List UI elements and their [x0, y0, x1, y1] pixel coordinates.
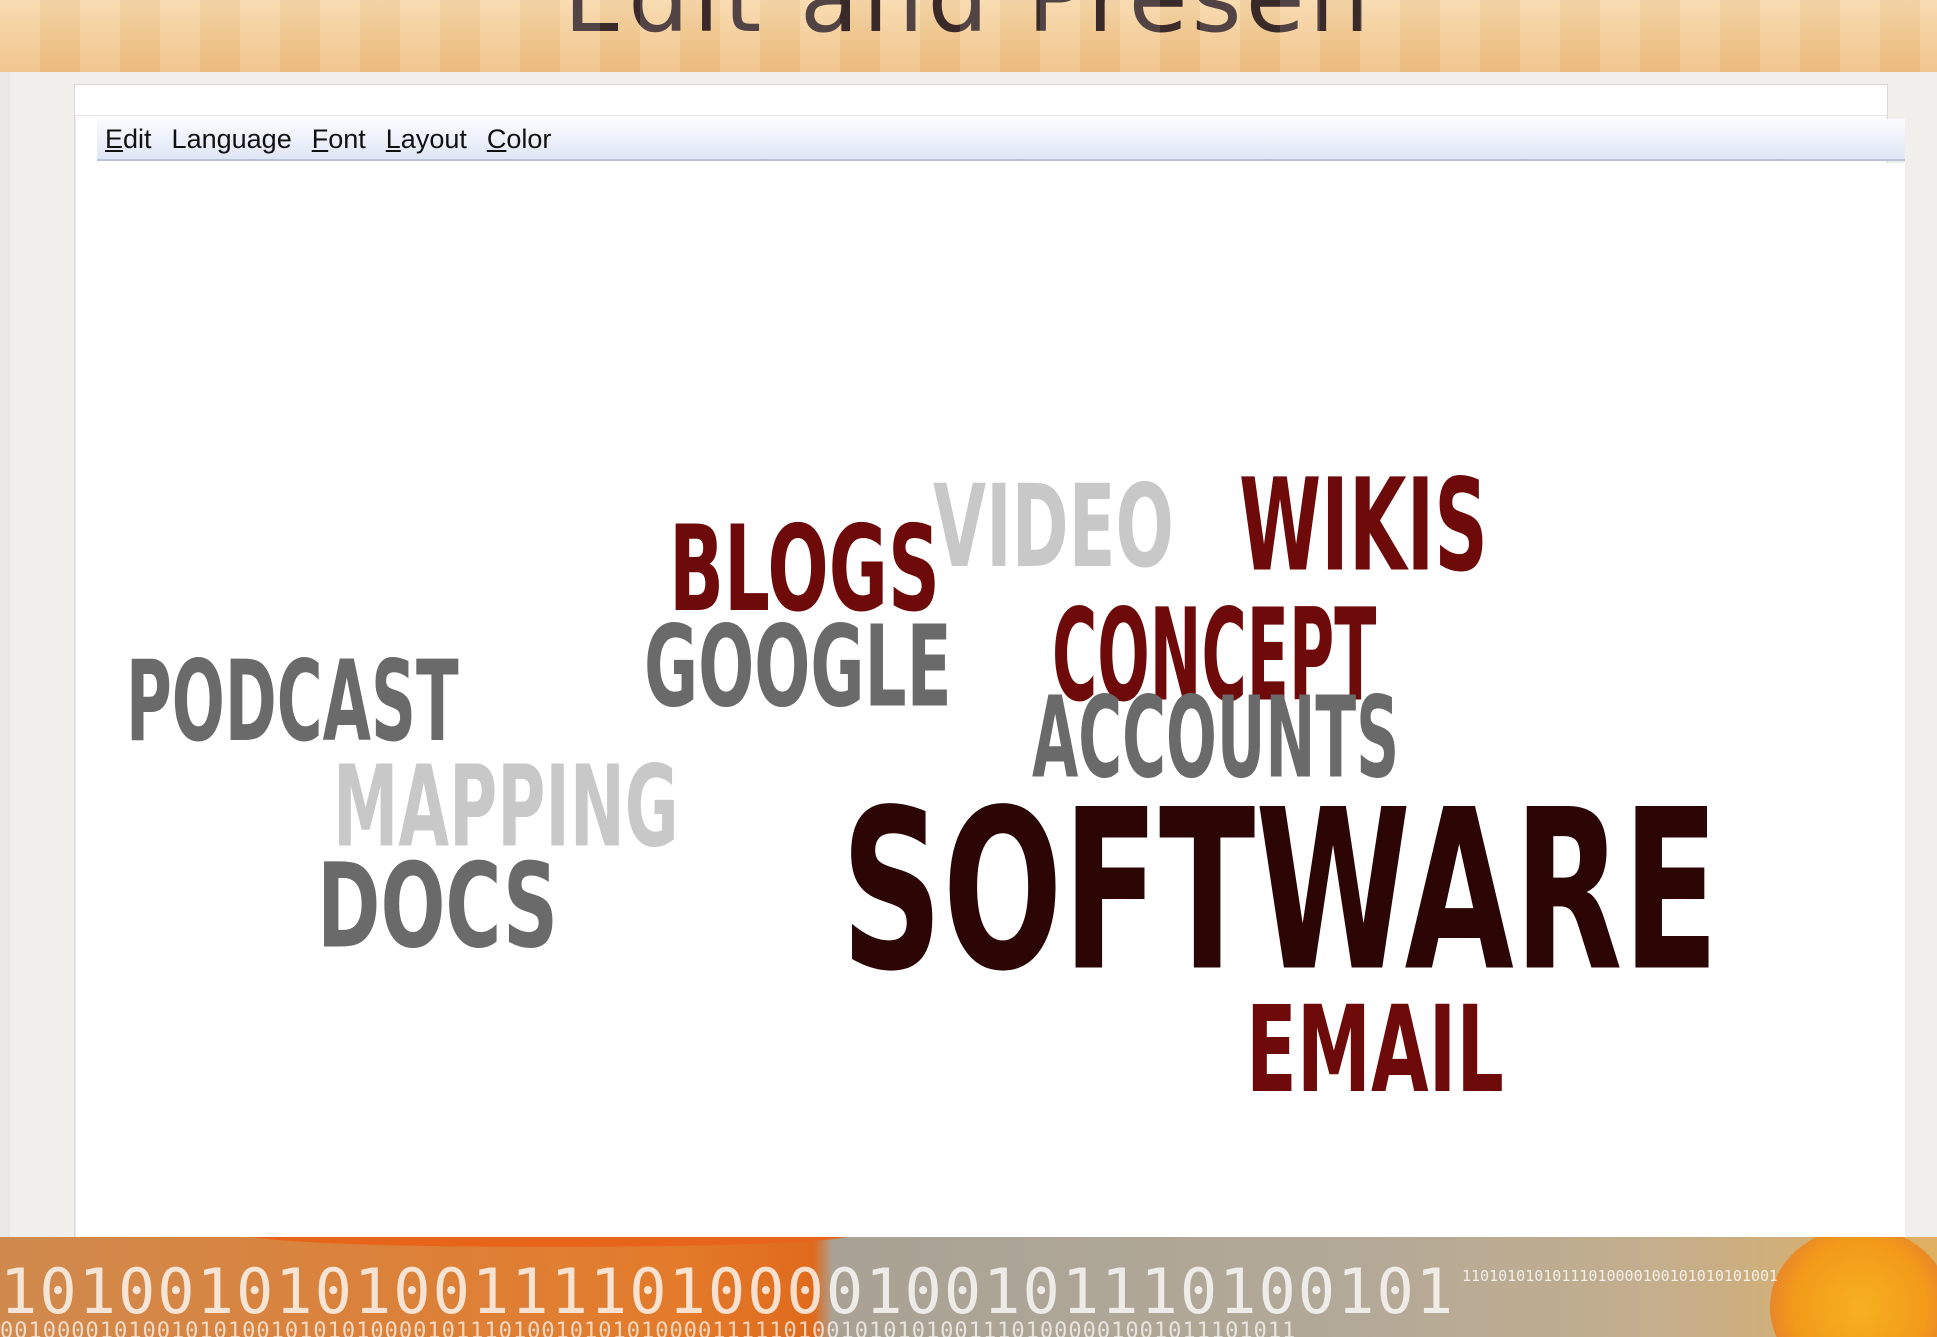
word-email: EMAIL — [1246, 981, 1504, 1121]
window-top-edge — [75, 85, 1887, 116]
footer-binary-text: 1010010101001111010000100101110100101 — [0, 1255, 1456, 1328]
menu-edit[interactable]: Edit — [105, 124, 152, 155]
footer-binary-small: 11010101010111010000100101010101001 — [1462, 1267, 1779, 1285]
footer-orange-circle — [1770, 1237, 1937, 1337]
menu-color[interactable]: Color — [487, 124, 552, 155]
word-cloud-app-window: Edit Language Font Layout Color BLOGS VI… — [74, 84, 1905, 1246]
word-docs: DOCS — [317, 839, 559, 976]
footer-binary-line2: 0010000101001010100101010100001011101001… — [0, 1319, 1297, 1337]
word-video: VIDEO — [933, 459, 1174, 594]
menu-layout[interactable]: Layout — [386, 124, 467, 155]
word-cloud-canvas[interactable]: BLOGS VIDEO WIKIS GOOGLE CONCEPT PODCAST… — [97, 163, 1905, 1245]
menubar: Edit Language Font Layout Color — [97, 119, 1905, 161]
menu-font[interactable]: Font — [312, 124, 366, 155]
footer-orange-wave — [250, 1237, 850, 1247]
slide-footer-banner: 1010010101001111010000100101110100101 11… — [0, 1237, 1937, 1337]
slide-header-banner: Edit and Presen — [0, 0, 1937, 72]
word-wikis: WIKIS — [1239, 452, 1488, 601]
word-google: GOOGLE — [644, 600, 952, 733]
slide-left-strip — [0, 72, 10, 1237]
slide-title: Edit and Presen — [0, 0, 1937, 54]
word-software: SOFTWARE — [841, 762, 1719, 1021]
menu-language[interactable]: Language — [172, 124, 292, 155]
